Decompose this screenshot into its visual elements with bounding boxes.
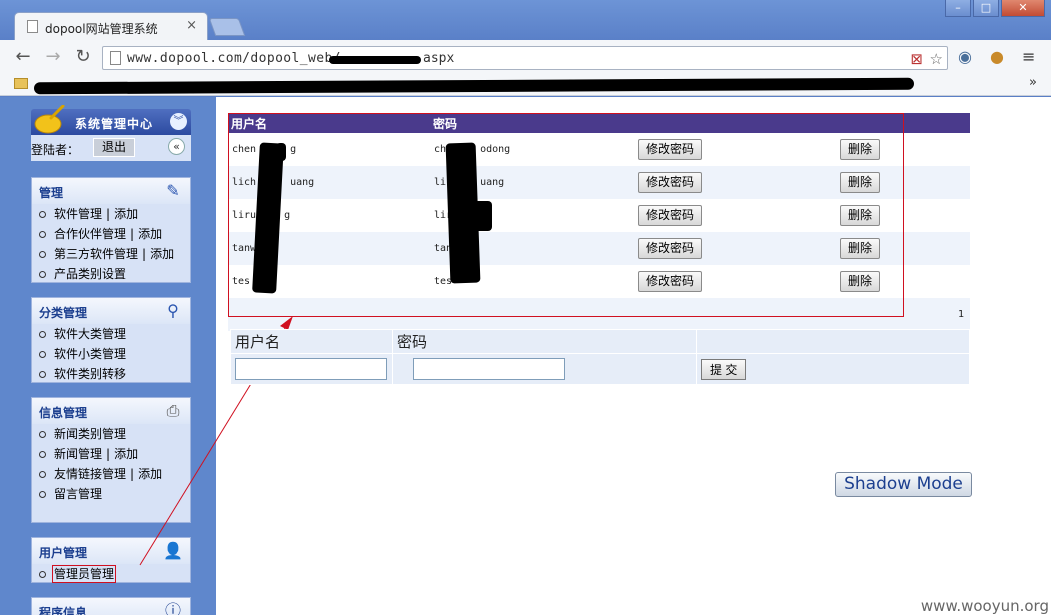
browser-tab[interactable]: dopool网站管理系统 × (14, 12, 208, 42)
redaction-mark (329, 56, 421, 64)
change-password-button[interactable]: 修改密码 (638, 139, 703, 160)
sidebar-add-link[interactable]: 添加 (150, 247, 174, 261)
shadow-mode-button[interactable]: Shadow Mode (835, 472, 972, 497)
pager[interactable]: 1 (228, 298, 970, 331)
add-user-form: 用户名 密码 提 交 (230, 329, 970, 385)
table-row: liruo g lir 修改密码 删除 (228, 199, 970, 232)
panel-title: 信息管理 (39, 406, 88, 420)
main-panel: 用户名 密码 cheng chenodong 修改密码 删除 lichuang … (228, 113, 970, 331)
minimize-button[interactable]: – (945, 0, 971, 17)
redaction-mark (33, 77, 915, 95)
delete-button[interactable]: 删除 (840, 271, 881, 292)
page-icon (110, 51, 121, 65)
back-arrow-icon[interactable]: ← (12, 47, 34, 67)
table-row: tes tes 修改密码 删除 (228, 265, 970, 298)
users-table: 用户名 密码 cheng chenodong 修改密码 删除 lichuang … (228, 113, 970, 331)
url-extension: aspx (423, 51, 455, 66)
new-tab-button[interactable] (208, 18, 246, 36)
change-password-button[interactable]: 修改密码 (638, 205, 703, 226)
page-content: 系统管理中心 ︾ 登陆者： 退出 « 管理 ✎ 软件管理 | 添加 合作伙伴管理 | 添… (0, 97, 1051, 615)
sidebar-link[interactable]: 管理员管理 (51, 565, 117, 583)
double-chevron-left-icon[interactable]: « (168, 138, 185, 155)
login-row: 登陆者： 退出 « (31, 135, 191, 161)
panel-header: 程序信息 ⓘ (32, 598, 190, 615)
edit-icon: ✎ (166, 181, 180, 200)
forward-arrow-icon[interactable]: → (42, 47, 64, 67)
sidebar-header: 系统管理中心 ︾ (31, 105, 191, 135)
column-header: 密码 (430, 113, 634, 133)
username-input[interactable] (235, 358, 387, 380)
delete-button[interactable]: 删除 (840, 205, 881, 226)
redaction-mark (474, 201, 492, 231)
table-row: cheng chenodong 修改密码 删除 (228, 133, 970, 166)
browser-toolbar: ← → ↻ www.dopool.com/dopool_web/ aspx ⊠ … (0, 40, 1051, 74)
sidebar-add-link[interactable]: 添加 (138, 227, 162, 241)
bookmarks-bar: » (0, 74, 1051, 96)
sidebar-link[interactable]: 软件类别转移 (54, 367, 126, 381)
submit-button[interactable]: 提 交 (701, 358, 747, 380)
sidebar-link[interactable]: 合作伙伴管理 (54, 227, 126, 241)
sidebar-link[interactable]: 友情链接管理 (54, 467, 126, 481)
password-input[interactable] (413, 358, 565, 380)
sidebar-header-box: 系统管理中心 ︾ 登陆者： 退出 « (31, 105, 191, 163)
sidebar-title: 系统管理中心 (75, 117, 154, 131)
url-text: www.dopool.com/dopool_web/ (127, 51, 341, 66)
maximize-button[interactable]: □ (973, 0, 999, 17)
page-icon (27, 20, 38, 33)
close-window-button[interactable]: ✕ (1001, 0, 1045, 17)
delete-button[interactable]: 删除 (840, 238, 881, 259)
extension-icon[interactable]: ◉ (958, 47, 972, 66)
panel-management: 管理 ✎ 软件管理 | 添加 合作伙伴管理 | 添加 第三方软件管理 | 添加 产品类别设置 (31, 177, 191, 283)
blocked-popup-icon[interactable]: ⊠ (910, 50, 923, 68)
logout-button[interactable]: 退出 (93, 138, 135, 157)
column-header: 用户名 (228, 113, 430, 133)
folder-icon[interactable] (14, 78, 28, 89)
sidebar-link[interactable]: 软件管理 (54, 207, 102, 221)
menu-icon[interactable]: ≡ (1022, 47, 1035, 66)
star-icon[interactable]: ☆ (930, 50, 943, 68)
table-row: lich uang lic uang 修改密码 删除 (228, 166, 970, 199)
sidebar-link[interactable]: 留言管理 (54, 487, 102, 501)
tab-close-icon[interactable]: × (186, 18, 197, 33)
sidebar-link[interactable]: 软件小类管理 (54, 347, 126, 361)
collapse-icon[interactable]: ︾ (170, 113, 187, 130)
panel-header: 管理 ✎ (32, 178, 190, 204)
table-header-row: 用户名 密码 (228, 113, 970, 133)
window-controls: – □ ✕ (945, 0, 1045, 17)
cookie-icon[interactable]: ● (990, 47, 1004, 66)
change-password-button[interactable]: 修改密码 (638, 172, 703, 193)
info-icon: ⓘ (164, 601, 181, 615)
panel-title: 程序信息 (39, 606, 88, 615)
address-bar[interactable]: www.dopool.com/dopool_web/ aspx ⊠ ☆ (102, 46, 948, 70)
panel-title: 分类管理 (39, 306, 88, 320)
watermark: www.wooyun.org (920, 597, 1049, 615)
sidebar-item-partners: 合作伙伴管理 | 添加 (32, 224, 190, 244)
sidebar-link[interactable]: 新闻管理 (54, 447, 102, 461)
sidebar-add-link[interactable]: 添加 (114, 207, 138, 221)
bookmarks-overflow-icon[interactable]: » (1029, 75, 1037, 90)
table-row: tanw tan 修改密码 删除 (228, 232, 970, 265)
logo-icon (34, 105, 65, 134)
change-password-button[interactable]: 修改密码 (638, 238, 703, 259)
tab-title: dopool网站管理系统 (45, 22, 158, 36)
username-label: 用户名 (230, 329, 393, 354)
sidebar-item-third-party: 第三方软件管理 | 添加 (32, 244, 190, 264)
sidebar-link[interactable]: 软件大类管理 (54, 327, 126, 341)
panel-title: 管理 (39, 186, 64, 200)
sidebar-link[interactable]: 新闻类别管理 (54, 427, 126, 441)
panel-title: 用户管理 (39, 546, 88, 560)
reload-icon[interactable]: ↻ (72, 47, 94, 67)
panel-program-info: 程序信息 ⓘ (31, 597, 191, 615)
delete-button[interactable]: 删除 (840, 172, 881, 193)
login-label: 登陆者： (31, 143, 80, 157)
delete-button[interactable]: 删除 (840, 139, 881, 160)
sidebar-link[interactable]: 第三方软件管理 (54, 247, 138, 261)
sidebar-link[interactable]: 产品类别设置 (54, 267, 126, 281)
browser-titlebar: dopool网站管理系统 × – □ ✕ (0, 0, 1051, 42)
sidebar-item-software: 软件管理 | 添加 (32, 204, 190, 224)
sidebar-item-product-category: 产品类别设置 (32, 264, 190, 284)
redaction-mark (276, 143, 286, 161)
change-password-button[interactable]: 修改密码 (638, 271, 703, 292)
password-label: 密码 (392, 329, 697, 354)
